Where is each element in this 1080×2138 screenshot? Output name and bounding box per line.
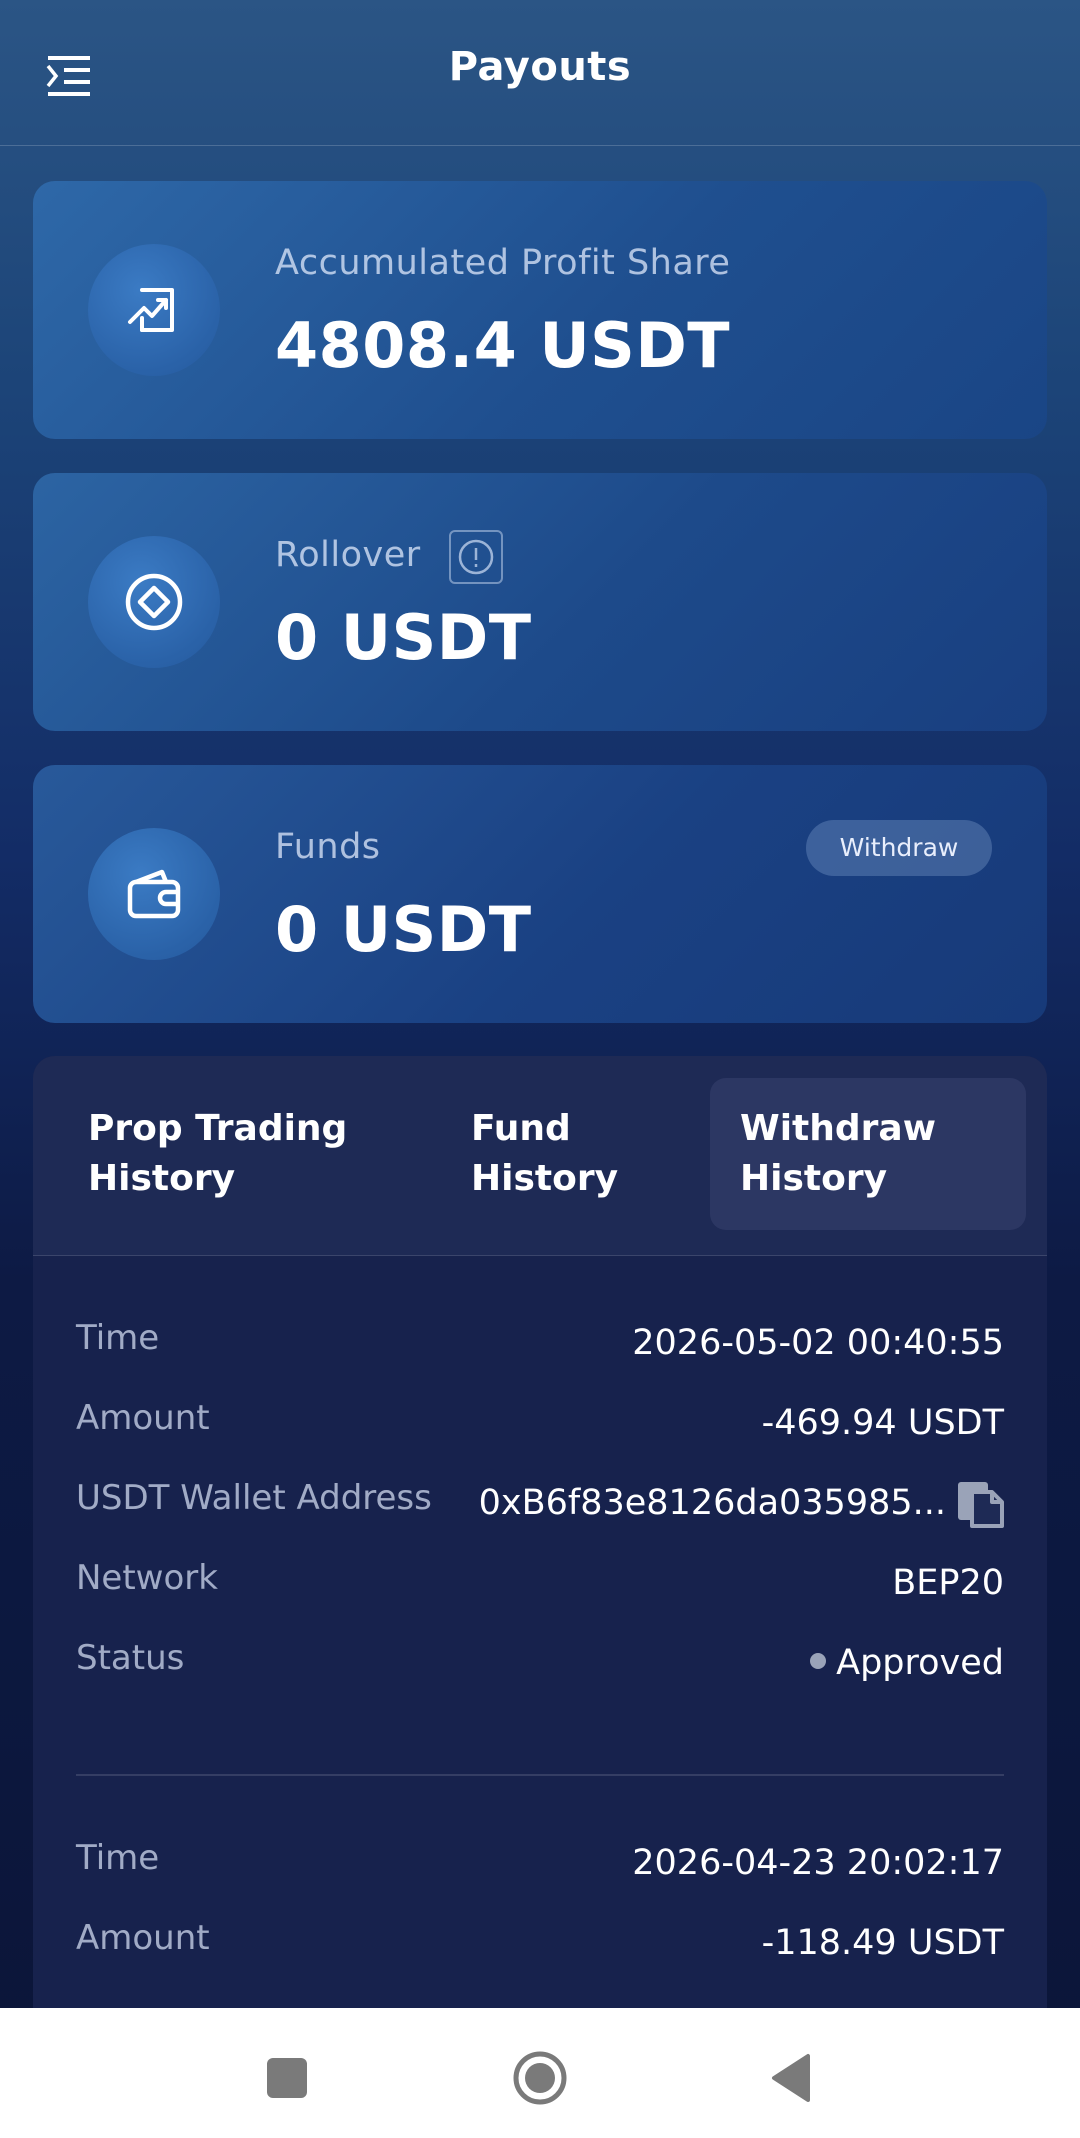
diamond-icon — [88, 536, 220, 668]
tab-fund-history[interactable]: Fund History — [441, 1078, 701, 1230]
network-row: Network BEP20 — [76, 1556, 1004, 1636]
chart-icon — [88, 244, 220, 376]
tab-label: Fund — [471, 1108, 571, 1149]
status-text: Approved — [836, 1643, 1004, 1683]
status-dot-icon — [810, 1653, 827, 1669]
wallet-row: USDT Wallet Address 0xB6f83e8126da035985… — [76, 1476, 1004, 1556]
status-badge: Approved — [810, 1643, 1004, 1683]
rollover-card: Rollover 0 USDT — [33, 473, 1047, 731]
network-value: BEP20 — [892, 1563, 1004, 1603]
field-label: Amount — [76, 1918, 210, 1958]
card-label: Accumulated Profit Share — [275, 243, 731, 283]
card-value: 4808.4 USDT — [275, 309, 731, 382]
time-row: Time 2026-04-23 20:02:17 — [76, 1836, 1004, 1916]
tab-withdraw-history[interactable]: Withdraw History — [710, 1078, 1026, 1230]
field-label: Amount — [76, 1398, 210, 1438]
time-row: Time 2026-05-02 00:40:55 — [76, 1316, 1004, 1396]
app-header: Payouts — [0, 0, 1080, 146]
page-title: Payouts — [448, 44, 632, 90]
wallet-address-value: 0xB6f83e8126da035985... — [478, 1483, 946, 1523]
tab-label: Prop Trading — [88, 1108, 348, 1149]
field-label: Time — [76, 1318, 160, 1358]
tab-label: History — [740, 1158, 888, 1199]
card-value: 0 USDT — [275, 893, 532, 966]
wallet-icon — [88, 828, 220, 960]
history-panel: Prop Trading History Fund History Withdr… — [33, 1056, 1047, 2016]
time-value: 2026-05-02 00:40:55 — [632, 1323, 1004, 1363]
tab-label: History — [88, 1158, 236, 1199]
field-label: Network — [76, 1558, 218, 1598]
list-item: Time 2026-04-23 20:02:17 Amount -118.49 … — [76, 1776, 1004, 2016]
amount-row: Amount -469.94 USDT — [76, 1396, 1004, 1476]
amount-value: -118.49 USDT — [761, 1923, 1004, 1963]
card-value: 0 USDT — [275, 601, 532, 674]
amount-row: Amount -118.49 USDT — [76, 1916, 1004, 1996]
copy-icon[interactable] — [956, 1478, 1004, 1528]
status-row: Status Approved — [76, 1636, 1004, 1716]
field-label: USDT Wallet Address — [76, 1478, 432, 1518]
field-label: Status — [76, 1638, 185, 1678]
tab-label: Withdraw — [740, 1108, 936, 1149]
card-label: Funds — [275, 827, 381, 867]
field-label: Time — [76, 1838, 160, 1878]
card-label: Rollover — [275, 535, 421, 575]
withdraw-records: Time 2026-05-02 00:40:55 Amount -469.94 … — [33, 1256, 1047, 2016]
info-icon[interactable] — [449, 530, 503, 584]
funds-card: Funds Withdraw 0 USDT — [33, 765, 1047, 1023]
system-navigation-bar — [0, 2008, 1080, 2138]
time-value: 2026-04-23 20:02:17 — [632, 1843, 1004, 1883]
accumulated-profit-card: Accumulated Profit Share 4808.4 USDT — [33, 181, 1047, 439]
tab-label: History — [471, 1158, 619, 1199]
home-icon[interactable] — [510, 2048, 570, 2108]
back-icon[interactable] — [762, 2048, 822, 2108]
tab-prop-trading-history[interactable]: Prop Trading History — [58, 1078, 388, 1230]
withdraw-button[interactable]: Withdraw — [806, 820, 992, 876]
recent-apps-icon[interactable] — [257, 2048, 317, 2108]
amount-value: -469.94 USDT — [761, 1403, 1004, 1443]
history-tabs: Prop Trading History Fund History Withdr… — [33, 1056, 1047, 1256]
list-item: Time 2026-05-02 00:40:55 Amount -469.94 … — [76, 1256, 1004, 1776]
